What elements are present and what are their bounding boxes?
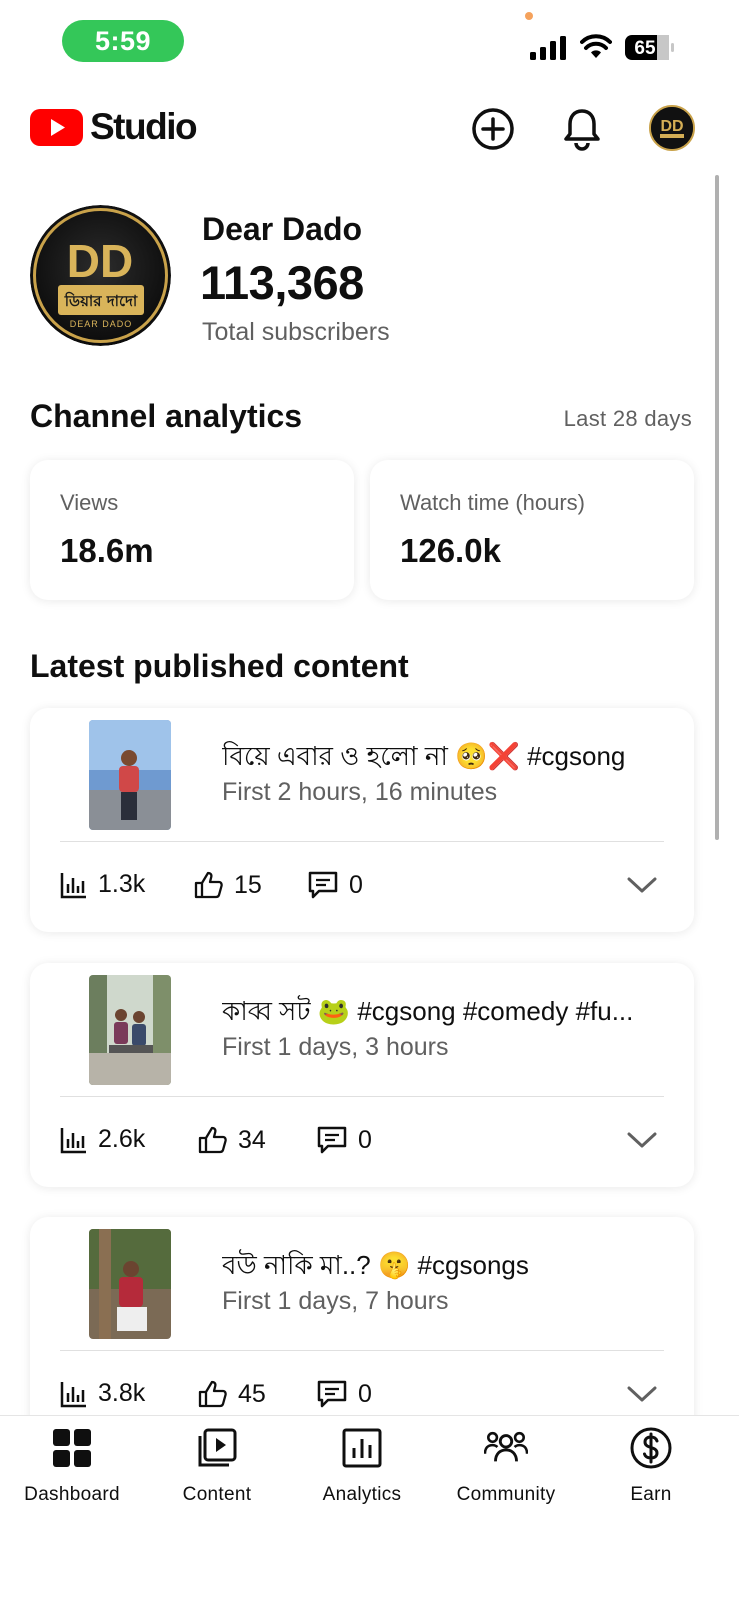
nav-analytics-label: Analytics	[322, 1484, 402, 1505]
likes-count: 15	[234, 870, 262, 899]
views-value: 18.6m	[60, 532, 154, 569]
video-thumbnail[interactable]	[89, 1229, 171, 1339]
likes-count: 34	[238, 1125, 266, 1154]
channel-logo-small: DD	[651, 107, 693, 149]
nav-analytics[interactable]: Analytics	[292, 1426, 432, 1506]
nav-dashboard-label: Dashboard	[24, 1484, 120, 1505]
likes-stat: 34	[198, 1125, 266, 1155]
battery-icon: 65	[625, 35, 674, 60]
analytics-period: Last 28 days	[563, 406, 692, 431]
chevron-down-icon[interactable]	[626, 1128, 658, 1152]
views-count: 3.8k	[98, 1379, 146, 1407]
chevron-down-icon[interactable]	[626, 873, 658, 897]
views-count: 2.6k	[98, 1125, 146, 1153]
video-title: কাব্ব সট 🐸 #cgsong #comedy #fu...	[222, 996, 634, 1026]
nav-earn[interactable]: Earn	[581, 1426, 721, 1506]
bar-chart-icon	[60, 872, 86, 898]
views-card[interactable]: Views 18.6m	[30, 460, 354, 600]
battery-level: 65	[634, 38, 656, 59]
earn-dollar-icon	[630, 1427, 672, 1469]
card-divider	[60, 1096, 664, 1097]
video-age: First 2 hours, 16 minutes	[222, 778, 498, 806]
nav-content[interactable]: Content	[147, 1426, 287, 1506]
views-count: 1.3k	[98, 870, 146, 898]
cellular-signal-icon	[530, 36, 566, 60]
nav-content-label: Content	[182, 1484, 252, 1505]
video-age: First 1 days, 3 hours	[222, 1033, 449, 1061]
privacy-indicator-dot	[525, 12, 533, 20]
likes-stat: 45	[198, 1379, 266, 1409]
content-card[interactable]: কাব্ব সট 🐸 #cgsong #comedy #fu... First …	[30, 963, 694, 1187]
bar-chart-icon	[60, 1381, 86, 1407]
svg-text:ডিয়ার দাদো: ডিয়ার দাদো	[64, 291, 138, 310]
analytics-section-title: Channel analytics	[30, 398, 303, 434]
card-divider	[60, 1350, 664, 1351]
video-thumbnail[interactable]	[89, 720, 171, 830]
svg-text:DEAR DADO: DEAR DADO	[70, 319, 133, 329]
create-plus-icon	[472, 108, 514, 150]
comments-count: 0	[349, 870, 363, 899]
app-name: Studio	[90, 106, 198, 147]
youtube-logo-icon	[30, 108, 83, 146]
comments-count: 0	[358, 1125, 372, 1154]
comment-icon	[317, 1126, 347, 1154]
channel-name: Dear Dado	[202, 211, 363, 247]
comments-count: 0	[358, 1379, 372, 1408]
nav-dashboard[interactable]: Dashboard	[2, 1426, 142, 1506]
channel-summary: DD ডিয়ার দাদো DEAR DADO Dear Dado 113,3…	[30, 205, 710, 350]
chevron-down-icon[interactable]	[626, 1382, 658, 1406]
latest-content-title: Latest published content	[30, 648, 409, 684]
status-bar: 5:59 65	[0, 0, 739, 86]
likes-count: 45	[238, 1379, 266, 1408]
subscriber-count: 113,368	[200, 256, 364, 309]
watch-time-value: 126.0k	[400, 532, 501, 569]
comments-stat: 0	[307, 870, 363, 900]
notifications-button[interactable]	[557, 104, 607, 154]
comment-icon	[317, 1380, 347, 1408]
svg-text:DD: DD	[67, 235, 133, 287]
bottom-navigation: Dashboard Content Analytics Community Ea…	[0, 1415, 739, 1600]
comment-icon	[308, 871, 338, 899]
thumbs-up-icon	[198, 1126, 227, 1154]
nav-community[interactable]: Community	[436, 1426, 576, 1506]
video-title: বিয়ে এবার ও হলো না 🥺❌ #cgsong	[222, 741, 626, 771]
views-stat: 1.3k	[60, 870, 145, 899]
video-thumbnail[interactable]	[89, 975, 171, 1085]
views-label: Views	[60, 490, 119, 515]
dashboard-icon	[53, 1429, 91, 1467]
content-card[interactable]: বউ নাকি মা..? 🤫 #cgsongs First 1 days, 7…	[30, 1217, 694, 1441]
thumbs-up-icon	[198, 1380, 227, 1408]
community-people-icon	[484, 1431, 528, 1462]
status-time: 5:59	[62, 20, 184, 62]
nav-community-label: Community	[456, 1484, 556, 1505]
subscriber-label: Total subscribers	[202, 318, 390, 346]
views-stat: 3.8k	[60, 1379, 145, 1408]
create-button[interactable]	[468, 104, 518, 154]
video-title: বউ নাকি মা..? 🤫 #cgsongs	[222, 1250, 529, 1280]
video-age: First 1 days, 7 hours	[222, 1287, 449, 1315]
app-header: Studio DD	[0, 98, 739, 160]
watch-time-label: Watch time (hours)	[400, 490, 586, 515]
studio-logo[interactable]: Studio	[30, 106, 198, 148]
analytics-icon	[342, 1428, 382, 1468]
account-avatar[interactable]: DD	[649, 105, 695, 151]
thumbs-up-icon	[194, 871, 223, 899]
comments-stat: 0	[316, 1125, 372, 1155]
notifications-bell-icon	[564, 109, 600, 151]
card-divider	[60, 841, 664, 842]
bar-chart-icon	[60, 1127, 86, 1153]
likes-stat: 15	[194, 870, 262, 900]
views-stat: 2.6k	[60, 1125, 145, 1154]
watch-time-card[interactable]: Watch time (hours) 126.0k	[370, 460, 694, 600]
content-library-icon	[198, 1428, 237, 1467]
content-card[interactable]: বিয়ে এবার ও হলো না 🥺❌ #cgsong First 2 h…	[30, 708, 694, 932]
scrollbar[interactable]	[715, 175, 719, 840]
channel-logo: DD ডিয়ার দাদো DEAR DADO	[30, 205, 171, 346]
svg-text:DD: DD	[660, 118, 683, 135]
comments-stat: 0	[316, 1379, 372, 1409]
nav-earn-label: Earn	[630, 1484, 672, 1505]
wifi-icon	[580, 34, 612, 58]
channel-avatar[interactable]: DD ডিয়ার দাদো DEAR DADO	[30, 205, 171, 346]
